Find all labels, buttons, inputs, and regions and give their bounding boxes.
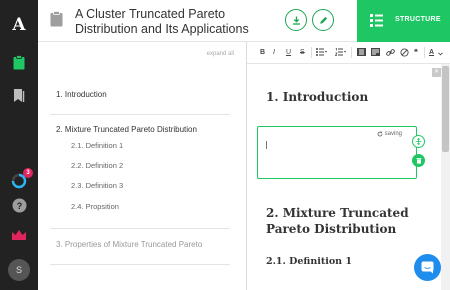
outline-subsection[interactable]: 2.4. Propsition xyxy=(71,202,119,211)
structure-button[interactable]: STRUCTURE xyxy=(357,0,450,42)
progress-ring-icon[interactable]: 3 xyxy=(0,168,38,190)
font-color-button[interactable]: A xyxy=(429,48,434,57)
clipboard-icon[interactable] xyxy=(0,53,38,71)
document-icon xyxy=(50,11,63,32)
toolbar-separator xyxy=(351,47,352,58)
document-title: A Cluster Truncated Pareto Distribution … xyxy=(75,7,249,36)
editor-heading-3[interactable]: 2.1. Definition 1 xyxy=(266,256,352,267)
saving-label: saving xyxy=(384,131,402,137)
chat-icon xyxy=(421,261,434,274)
saving-indicator: saving xyxy=(377,131,402,137)
outline-section-1[interactable]: 1. Introduction xyxy=(56,90,206,99)
unlink-icon[interactable] xyxy=(400,48,409,60)
avatar-initial: S xyxy=(8,259,30,281)
outline-subsection[interactable]: 2.2. Definition 2 xyxy=(71,161,123,170)
outline-divider xyxy=(50,114,230,115)
editor-heading-1[interactable]: 1. Introduction xyxy=(266,90,368,104)
toolbar-separator xyxy=(311,47,312,58)
bullet-list-icon[interactable] xyxy=(316,48,328,59)
trash-icon xyxy=(416,158,421,164)
align-left-icon[interactable] xyxy=(357,48,366,59)
italic-button[interactable]: I xyxy=(273,48,275,57)
download-button[interactable] xyxy=(285,9,307,31)
link-icon[interactable] xyxy=(386,48,395,60)
strikethrough-button[interactable]: S xyxy=(300,48,305,57)
outline-section-2[interactable]: 2. Mixture Truncated Pareto Distribution xyxy=(56,125,206,134)
structure-pane: expand all 1. Introduction 2. Mixture Tr… xyxy=(38,42,247,290)
crown-icon[interactable] xyxy=(0,228,38,242)
outline-divider xyxy=(50,264,230,265)
left-rail: A 3 ? S xyxy=(0,0,38,290)
underline-button[interactable]: U xyxy=(286,48,291,57)
outline-subsection[interactable]: 2.1. Definition 1 xyxy=(71,141,123,150)
format-toolbar: B I U S ❝ A xyxy=(247,42,450,64)
numbered-list-icon[interactable] xyxy=(334,47,347,59)
pencil-icon xyxy=(319,16,327,24)
align-justify-icon[interactable] xyxy=(371,48,380,59)
bookmarks-icon[interactable] xyxy=(0,86,38,104)
quote-button[interactable]: ❝ xyxy=(414,48,418,57)
editor-heading-2[interactable]: 2. Mixture Truncated Pareto Distribution xyxy=(266,205,431,237)
active-block[interactable]: saving xyxy=(257,126,417,179)
svg-text:?: ? xyxy=(16,201,22,211)
structure-label: STRUCTURE xyxy=(395,16,441,23)
outline-divider xyxy=(50,228,230,229)
structure-icon xyxy=(370,14,383,27)
outline-section-3[interactable]: 3. Properties of Mixture Truncated Paret… xyxy=(56,240,202,249)
text-cursor xyxy=(266,141,267,149)
close-icon[interactable]: ✕ xyxy=(432,68,441,77)
header: A Cluster Truncated Pareto Distribution … xyxy=(38,0,450,42)
chevron-down-icon[interactable] xyxy=(438,50,443,59)
download-icon xyxy=(292,16,300,25)
refresh-icon xyxy=(377,131,383,137)
scrollbar[interactable] xyxy=(441,64,450,290)
help-icon[interactable]: ? xyxy=(0,196,38,214)
bold-button[interactable]: B xyxy=(260,48,265,57)
user-avatar[interactable]: S xyxy=(0,258,38,282)
app: A 3 ? S A Cluster Truncated Pareto Distr… xyxy=(0,0,450,290)
delete-block-button[interactable] xyxy=(412,154,425,167)
expand-all-link[interactable]: expand all xyxy=(207,51,234,57)
outline-subsection[interactable]: 2.3. Definition 3 xyxy=(71,181,123,190)
toolbar-separator xyxy=(424,47,425,58)
app-logo[interactable]: A xyxy=(0,14,38,36)
notification-badge: 3 xyxy=(23,168,33,178)
move-arrows-icon xyxy=(415,138,422,145)
scrollbar-thumb[interactable] xyxy=(442,66,449,152)
move-block-button[interactable] xyxy=(412,135,425,148)
edit-button[interactable] xyxy=(312,9,334,31)
chat-button[interactable] xyxy=(414,254,441,281)
